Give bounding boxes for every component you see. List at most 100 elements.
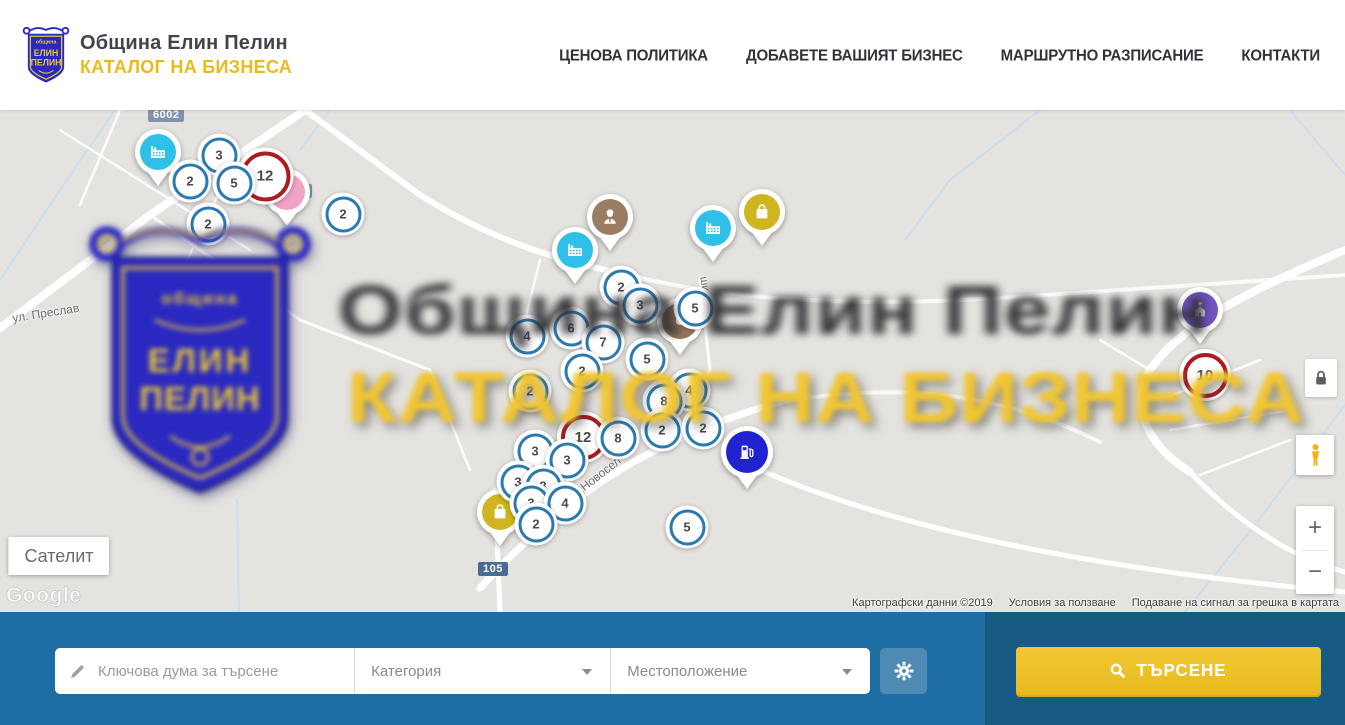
- advanced-settings-button[interactable]: [880, 648, 927, 694]
- site-logo[interactable]: община ЕЛИН ПЕЛИН Община Елин Пелин КАТА…: [22, 24, 292, 86]
- location-select-label: Местоположение: [627, 663, 747, 680]
- pegman-icon: [1308, 443, 1323, 467]
- svg-text:ЕЛИН: ЕЛИН: [34, 48, 59, 58]
- cluster-marker[interactable]: 4: [506, 315, 549, 358]
- municipality-emblem-logo: община ЕЛИН ПЕЛИН: [22, 24, 70, 86]
- cluster-marker[interactable]: 10: [1179, 349, 1231, 401]
- cluster-ring: 8: [600, 420, 636, 456]
- cluster-count: 2: [339, 207, 346, 222]
- nav-item-contacts[interactable]: КОНТАКТИ: [1241, 46, 1320, 64]
- cluster-count: 12: [257, 168, 274, 185]
- cluster-marker[interactable]: 2: [322, 193, 365, 236]
- cluster-count: 5: [691, 301, 698, 316]
- cluster-marker[interactable]: 2: [682, 407, 725, 450]
- map-markers-layer: 121210325222356475224822833383425: [0, 110, 1345, 612]
- cluster-count: 8: [660, 394, 667, 409]
- cluster-marker[interactable]: 5: [626, 338, 669, 381]
- chevron-down-icon: [842, 669, 852, 680]
- cluster-ring: 2: [564, 353, 600, 389]
- page: 6002 3 105 ул. Преслав бул. „Новосел ши …: [0, 0, 1345, 725]
- cluster-ring: 3: [622, 287, 658, 323]
- cluster-marker[interactable]: 5: [674, 287, 717, 330]
- cluster-ring: 5: [669, 509, 705, 545]
- cluster-count: 4: [685, 383, 692, 398]
- worker-pin[interactable]: [587, 194, 633, 240]
- cluster-count: 4: [523, 329, 530, 344]
- search-bar: Категория Местоположение: [0, 612, 1345, 725]
- scroll-lock-button[interactable]: [1305, 359, 1337, 397]
- svg-text:ПЕЛИН: ПЕЛИН: [31, 57, 62, 67]
- factory-pin[interactable]: [552, 227, 598, 273]
- cluster-count: 3: [531, 444, 538, 459]
- factory-pin[interactable]: [690, 205, 736, 251]
- street-view-pegman-button[interactable]: [1296, 435, 1334, 475]
- main-nav: ЦЕНОВА ПОЛИТИКА ДОБАВЕТЕ ВАШИЯТ БИЗНЕС М…: [559, 0, 1320, 110]
- cluster-marker[interactable]: 2: [187, 203, 230, 246]
- cluster-count: 2: [578, 364, 585, 379]
- header: община ЕЛИН ПЕЛИН Община Елин Пелин КАТА…: [0, 0, 1345, 110]
- attribution-copyright: Картографски данни ©2019: [852, 597, 993, 609]
- keyword-search-input[interactable]: [96, 662, 354, 681]
- map-type-control: Карта Сателит: [8, 537, 109, 575]
- search-icon: [1110, 663, 1126, 679]
- zoom-control: + −: [1296, 506, 1334, 594]
- map-type-satellite-button[interactable]: Сателит: [8, 537, 109, 575]
- cluster-marker[interactable]: 5: [666, 506, 709, 549]
- cluster-count: 3: [636, 298, 643, 313]
- search-fields: Категория Местоположение: [55, 648, 870, 694]
- pencil-icon: [69, 663, 86, 680]
- cluster-marker[interactable]: 2: [561, 350, 604, 393]
- cluster-count: 8: [614, 431, 621, 446]
- cluster-marker[interactable]: 8: [597, 417, 640, 460]
- map-canvas[interactable]: 6002 3 105 ул. Преслав бул. „Новосел ши …: [0, 110, 1345, 612]
- cluster-marker[interactable]: 2: [515, 503, 558, 546]
- google-logo[interactable]: Google: [6, 584, 81, 608]
- cluster-count: 10: [1197, 367, 1214, 384]
- cluster-count: 5: [643, 352, 650, 367]
- cluster-count: 5: [230, 176, 237, 191]
- search-submit-button[interactable]: ТЪРСЕНЕ: [1016, 647, 1321, 695]
- attribution-terms-link[interactable]: Условия за ползване: [1009, 597, 1116, 609]
- cluster-count: 6: [567, 321, 574, 336]
- category-select-label: Категория: [371, 663, 441, 680]
- fuel-icon: [726, 431, 768, 473]
- nav-item-add-business[interactable]: ДОБАВЕТЕ ВАШИЯТ БИЗНЕС: [746, 46, 963, 64]
- site-title: Община Елин Пелин: [80, 32, 292, 55]
- zoom-in-button[interactable]: +: [1296, 506, 1334, 550]
- factory-icon: [140, 134, 176, 170]
- cluster-ring: 2: [518, 506, 554, 542]
- bag-icon: [744, 194, 780, 230]
- church-pin[interactable]: [1177, 287, 1223, 333]
- cluster-marker[interactable]: 3: [619, 284, 662, 327]
- zoom-out-button[interactable]: −: [1296, 551, 1334, 595]
- attribution-report-link[interactable]: Подаване на сигнал за грешка в картата: [1132, 597, 1339, 609]
- worker-icon: [592, 199, 628, 235]
- cluster-count: 2: [699, 421, 706, 436]
- cluster-marker[interactable]: 2: [169, 160, 212, 203]
- cluster-count: 3: [215, 148, 222, 163]
- cluster-marker[interactable]: 5: [213, 162, 256, 205]
- cluster-count: 7: [599, 335, 606, 350]
- logo-text: Община Елин Пелин КАТАЛОГ НА БИЗНЕСА: [80, 32, 292, 78]
- nav-item-pricing[interactable]: ЦЕНОВА ПОЛИТИКА: [559, 46, 708, 64]
- cluster-ring: 5: [629, 341, 665, 377]
- cluster-ring: 4: [509, 318, 545, 354]
- cluster-marker[interactable]: 2: [509, 370, 552, 413]
- bag-pin[interactable]: [739, 189, 785, 235]
- cluster-ring: 2: [685, 410, 721, 446]
- cluster-marker[interactable]: 2: [641, 409, 684, 452]
- cluster-count: 2: [658, 423, 665, 438]
- map-attribution: Картографски данни ©2019 Условия за полз…: [852, 597, 1339, 609]
- church-icon: [1182, 292, 1218, 328]
- cluster-count: 2: [532, 517, 539, 532]
- cluster-ring: 2: [172, 163, 208, 199]
- svg-text:община: община: [36, 39, 58, 46]
- category-select[interactable]: Категория: [354, 648, 610, 694]
- fuel-pin[interactable]: [721, 426, 773, 478]
- location-select[interactable]: Местоположение: [610, 648, 870, 694]
- factory-icon: [557, 232, 593, 268]
- lock-icon: [1313, 369, 1329, 387]
- cluster-count: 3: [563, 453, 570, 468]
- nav-item-route-schedule[interactable]: МАРШРУТНО РАЗПИСАНИЕ: [1001, 46, 1204, 64]
- cluster-ring: 5: [677, 290, 713, 326]
